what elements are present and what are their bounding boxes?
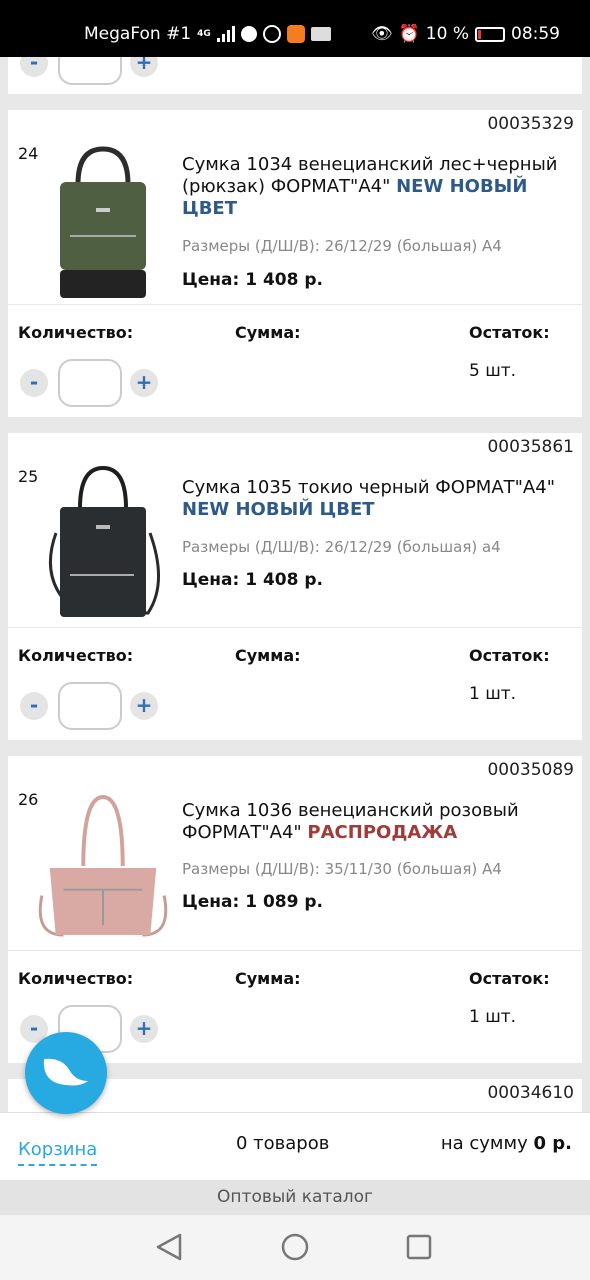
- cart-sum-label: на сумму: [440, 1133, 528, 1154]
- sale-tag: РАСПРОДАЖА: [307, 822, 458, 843]
- product-code: 00034610: [487, 1083, 574, 1103]
- battery-icon: [475, 26, 505, 42]
- product-code: 00035089: [487, 760, 574, 780]
- quantity-label: Количество:: [18, 646, 134, 665]
- product-title[interactable]: Сумка 1035 токио черный ФОРМАТ"А4" NEW Н…: [182, 477, 574, 521]
- bank-app-icon: [240, 26, 257, 42]
- product-code: 00035861: [487, 437, 574, 457]
- sum-label: Сумма:: [235, 969, 301, 988]
- recents-icon[interactable]: [406, 1234, 432, 1260]
- home-icon[interactable]: [281, 1233, 309, 1261]
- new-color-tag: NEW НОВЫЙ ЦВЕТ: [182, 499, 375, 520]
- stock-label: Остаток:: [469, 646, 550, 665]
- bag-image: [38, 795, 168, 937]
- bag-image: [48, 465, 160, 617]
- product-sizes: Размеры (Д/Ш/В): 26/12/29 (большая) а4: [182, 538, 501, 556]
- product-card[interactable]: 00035089 26 Сумка 1036 венецианский розо…: [8, 756, 582, 950]
- quantity-label: Количество:: [18, 969, 134, 988]
- cart-link[interactable]: Корзина: [18, 1139, 98, 1166]
- plus-button[interactable]: +: [130, 692, 158, 720]
- quantity-row: Количество: Сумма: Остаток: - + 1 шт.: [8, 628, 582, 740]
- status-right: 👁 ⏰ 10 % 08:59: [371, 24, 560, 44]
- product-sizes: Размеры (Д/Ш/В): 26/12/29 (большая) А4: [182, 237, 502, 255]
- hms-icon: [310, 27, 331, 41]
- product-price: Цена: 1 408 р.: [182, 270, 324, 290]
- product-title[interactable]: Сумка 1034 венецианский лес+черный (рюкз…: [182, 154, 574, 220]
- back-icon[interactable]: [156, 1233, 182, 1261]
- product-card[interactable]: 00035861 25 Сумка 1035 токио черный ФОРМ…: [8, 433, 582, 627]
- product-price: Цена: 1 089 р.: [182, 892, 324, 912]
- cart-sum-value: 0 р.: [533, 1133, 572, 1154]
- quantity-label: Количество:: [18, 323, 134, 342]
- quantity-input[interactable]: [58, 682, 122, 730]
- quantity-row: Количество: Сумма: Остаток: - + 5 шт.: [8, 305, 582, 417]
- viber-icon: [262, 25, 281, 43]
- signal-icon: [216, 26, 235, 42]
- product-image[interactable]: [34, 786, 172, 950]
- clock: 08:59: [511, 24, 560, 44]
- chat-button[interactable]: [25, 1032, 107, 1114]
- cart-total: на сумму 0 р.: [441, 1133, 572, 1154]
- eye-icon: 👁: [371, 24, 393, 44]
- carrier-name: MegaFon #1: [84, 24, 192, 44]
- product-card[interactable]: 00035329 24 Сумка 1034 венецианский лес+…: [8, 110, 582, 304]
- play-app-icon: [286, 25, 305, 43]
- product-list[interactable]: - + 00035329 24 Сумка 1034 венецианский …: [0, 57, 590, 1112]
- stock-value: 1 шт.: [469, 684, 517, 704]
- product-price: Цена: 1 408 р.: [182, 570, 324, 590]
- battery-percent: 10 %: [425, 24, 469, 44]
- bag-image: [60, 146, 146, 298]
- status-bar: MegaFon #1 4G 👁 ⏰ 10 % 08:59: [0, 0, 590, 57]
- minus-button[interactable]: -: [20, 57, 48, 77]
- plus-button[interactable]: +: [130, 369, 158, 397]
- quantity-input[interactable]: [58, 359, 122, 407]
- minus-button[interactable]: -: [20, 692, 48, 720]
- product-code: 00035329: [487, 114, 574, 134]
- stock-label: Остаток:: [469, 969, 550, 988]
- sum-label: Сумма:: [235, 646, 301, 665]
- plus-button[interactable]: +: [130, 57, 158, 77]
- cart-item-count: 0 товаров: [236, 1133, 330, 1154]
- stock-value: 1 шт.: [469, 1007, 517, 1027]
- footer-title: Оптовый каталог: [0, 1180, 590, 1215]
- minus-button[interactable]: -: [20, 369, 48, 397]
- network-type: 4G: [197, 29, 211, 39]
- product-image[interactable]: [34, 140, 172, 304]
- quantity-input[interactable]: [58, 57, 122, 85]
- title-text: Сумка 1035 токио черный ФОРМАТ"А4": [182, 477, 555, 498]
- sum-label: Сумма:: [235, 323, 301, 342]
- nav-buttons: [156, 1233, 432, 1261]
- status-left: MegaFon #1 4G: [84, 24, 331, 44]
- partial-quantity-row: - +: [8, 57, 582, 94]
- stock-label: Остаток:: [469, 323, 550, 342]
- product-sizes: Размеры (Д/Ш/В): 35/11/30 (большая) А4: [182, 860, 502, 878]
- cart-bar: Корзина 0 товаров на сумму 0 р.: [0, 1112, 590, 1180]
- plus-button[interactable]: +: [130, 1015, 158, 1043]
- product-image[interactable]: [34, 463, 172, 627]
- product-title[interactable]: Сумка 1036 венецианский розовый ФОРМАТ"А…: [182, 800, 574, 844]
- stock-value: 5 шт.: [469, 361, 517, 381]
- alarm-icon: ⏰: [398, 24, 420, 44]
- chat-bubble-icon: [43, 1058, 88, 1086]
- system-nav-bar: [0, 1215, 590, 1280]
